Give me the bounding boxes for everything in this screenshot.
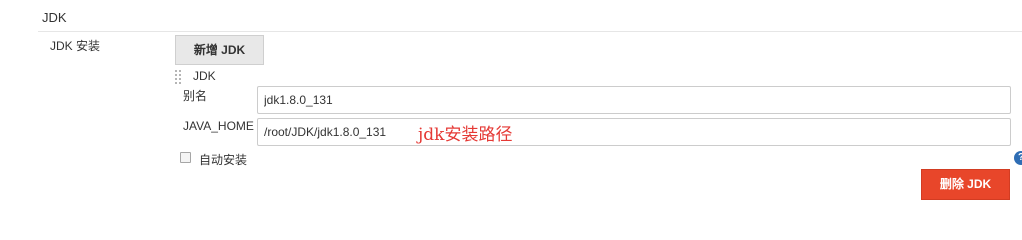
help-icon[interactable]: ? bbox=[1014, 151, 1022, 165]
add-jdk-button[interactable]: 新增 JDK bbox=[175, 35, 264, 65]
alias-input[interactable] bbox=[257, 86, 1011, 114]
section-title: JDK bbox=[42, 10, 67, 25]
java-home-label: JAVA_HOME bbox=[183, 119, 254, 133]
alias-label: 别名 bbox=[183, 89, 208, 103]
install-path-annotation: jdk安装路径 bbox=[418, 125, 513, 145]
auto-install-checkbox[interactable] bbox=[180, 152, 191, 163]
section-divider bbox=[38, 31, 1022, 32]
delete-jdk-button[interactable]: 删除 JDK bbox=[921, 169, 1010, 200]
jdk-install-label: JDK 安装 bbox=[50, 39, 101, 53]
auto-install-label[interactable]: 自动安装 bbox=[199, 151, 247, 168]
jdk-item-header: JDK bbox=[193, 69, 216, 83]
java-home-input[interactable] bbox=[257, 118, 1011, 146]
drag-handle-icon[interactable] bbox=[175, 70, 184, 84]
